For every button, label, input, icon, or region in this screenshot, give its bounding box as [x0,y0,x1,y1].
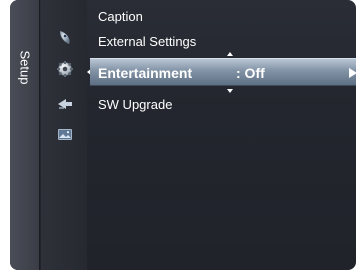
menu-item-label: Entertainment [98,65,193,81]
menu-item-sw-upgrade[interactable]: SW Upgrade [98,97,172,112]
settings-gear-icon[interactable] [56,60,74,78]
tv-menu-screen: Setup Caption External Settings Entertai… [10,0,356,270]
triangle-right-icon[interactable] [349,68,356,78]
menu-item-value: : Off [236,65,265,81]
icon-column [41,0,87,270]
picture-icon[interactable] [56,126,74,144]
sidebar-tab[interactable]: Setup [10,0,40,270]
scroll-up-icon [227,52,233,56]
input-arrow-icon[interactable] [56,95,74,113]
sidebar-label: Setup [17,50,33,85]
menu-item-entertainment-selected[interactable]: Entertainment : Off [90,58,356,86]
satellite-dish-icon[interactable] [56,28,74,46]
scroll-down-icon [227,89,233,93]
menu-item-caption[interactable]: Caption [98,9,143,24]
menu-item-external-settings[interactable]: External Settings [98,34,196,49]
